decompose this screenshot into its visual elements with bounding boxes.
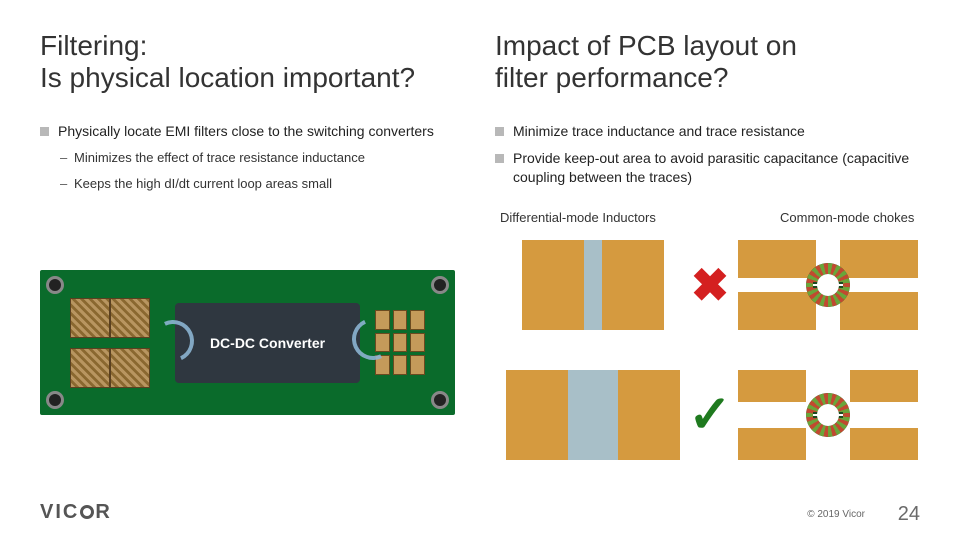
left-bullet-1: Physically locate EMI filters close to t… [40, 122, 470, 141]
copper-pad-keepout-icon [738, 428, 806, 460]
footer: VICR [40, 501, 112, 524]
toroid-choke-icon [806, 393, 850, 437]
right-column: Impact of PCB layout on filter performan… [495, 30, 925, 195]
dm-good-layout [495, 360, 690, 470]
left-title-line1: Filtering: [40, 30, 147, 61]
copper-pad-icon [602, 240, 664, 330]
check-icon: ✓ [688, 389, 732, 441]
component-body-icon [568, 370, 618, 460]
copper-pad-icon [522, 240, 584, 330]
emi-filter-icon [70, 298, 150, 388]
cm-good-layout [730, 360, 925, 470]
copper-pad-icon [840, 292, 918, 330]
left-title: Filtering: Is physical location importan… [40, 30, 470, 94]
page-number: 24 [898, 503, 920, 526]
copper-pad-icon [618, 370, 680, 460]
right-title-line2: filter performance? [495, 62, 728, 93]
cm-bad-layout [730, 230, 925, 340]
mounting-hole-icon [431, 276, 449, 294]
copper-pad-icon [738, 292, 816, 330]
inductor-icon [70, 298, 150, 338]
copper-pad-keepout-icon [850, 428, 918, 460]
bad-mark-cell: ✖ [690, 230, 730, 340]
mounting-hole-icon [46, 276, 64, 294]
component-body-icon [584, 240, 602, 330]
copper-pad-keepout-icon [738, 370, 806, 402]
mounting-hole-icon [46, 391, 64, 409]
vicor-logo: VICR [40, 501, 112, 523]
dcdc-label: DC-DC Converter [210, 335, 325, 351]
slide: Filtering: Is physical location importan… [0, 0, 960, 540]
cross-icon: ✖ [691, 262, 730, 308]
pcb-illustration: DC-DC Converter [40, 270, 455, 415]
right-bullet-2: Provide keep-out area to avoid parasitic… [495, 149, 925, 187]
good-mark-cell: ✓ [690, 360, 730, 470]
dcdc-converter-block: DC-DC Converter [175, 303, 360, 383]
toroid-choke-icon [806, 263, 850, 307]
copyright: © 2019 Vicor [807, 509, 865, 520]
right-bullet-1: Minimize trace inductance and trace resi… [495, 122, 925, 141]
left-column: Filtering: Is physical location importan… [40, 30, 470, 200]
logo-o-icon [80, 505, 94, 519]
subheading-common-mode: Common-mode chokes [780, 210, 914, 225]
inductor-icon [70, 348, 150, 388]
left-title-line2: Is physical location important? [40, 62, 415, 93]
left-sub-2: Keeps the high dI/dt current loop areas … [40, 175, 470, 193]
right-title: Impact of PCB layout on filter performan… [495, 30, 925, 94]
layout-diagram-grid: ✖ ✓ [495, 230, 925, 470]
dm-bad-layout [495, 230, 690, 340]
copper-pad-icon [506, 370, 568, 460]
right-title-line1: Impact of PCB layout on [495, 30, 797, 61]
copper-pad-icon [738, 240, 816, 278]
copper-pad-icon [840, 240, 918, 278]
left-sub-1: Minimizes the effect of trace resistance… [40, 149, 470, 167]
copper-pad-keepout-icon [850, 370, 918, 402]
mounting-hole-icon [431, 391, 449, 409]
subheading-differential: Differential-mode Inductors [500, 210, 656, 225]
